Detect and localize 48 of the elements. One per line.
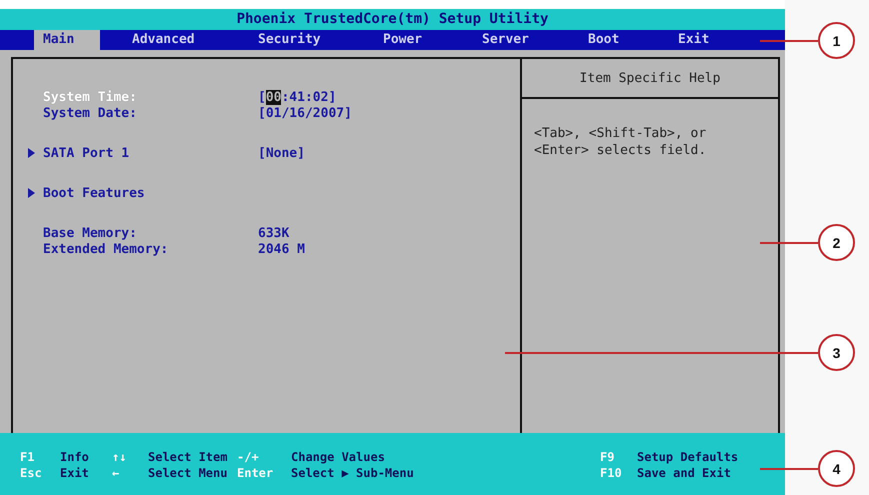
key-name: ← bbox=[112, 465, 120, 481]
key-action: Setup Defaults bbox=[637, 449, 740, 465]
setting-value: 633K bbox=[258, 226, 290, 240]
key-name: -/+ bbox=[237, 449, 260, 465]
menu-tab[interactable]: Security bbox=[249, 30, 330, 50]
setting-value: [01/16/2007] bbox=[258, 106, 352, 120]
leader-line bbox=[760, 468, 818, 470]
value-cursor[interactable]: 00 bbox=[266, 90, 282, 104]
setting-label[interactable]: System Date: bbox=[43, 106, 258, 120]
setting-label[interactable]: Extended Memory: bbox=[43, 242, 258, 256]
menu-tab[interactable]: Power bbox=[374, 30, 432, 50]
key-name: ↑↓ bbox=[112, 449, 128, 465]
key-action: Select ▶ Sub-Menu bbox=[291, 465, 415, 481]
help-text: <Tab>, <Shift-Tab>, or bbox=[534, 125, 708, 142]
callout-number: 2 bbox=[818, 224, 855, 261]
setting-value: [None] bbox=[258, 146, 305, 160]
help-title: Item Specific Help bbox=[580, 70, 720, 86]
callout-number: 4 bbox=[818, 450, 855, 487]
menu-tab[interactable]: Exit bbox=[669, 30, 718, 50]
key-action: Select Menu bbox=[148, 465, 228, 481]
help-text: <Enter> selects field. bbox=[534, 142, 708, 159]
leader-line bbox=[760, 40, 818, 42]
key-action: Info bbox=[60, 449, 90, 465]
key-name: F9 bbox=[600, 449, 616, 465]
setting-label[interactable]: Base Memory: bbox=[43, 226, 258, 240]
menu-tab[interactable]: Server bbox=[473, 30, 538, 50]
key-action: Change Values bbox=[291, 449, 386, 465]
menu-tab[interactable]: Main bbox=[34, 30, 100, 50]
key-name: Esc bbox=[20, 465, 43, 481]
setting-value: 2046 M bbox=[258, 242, 305, 256]
key-name: F10 bbox=[600, 465, 623, 481]
setting-value: [ bbox=[258, 90, 266, 104]
setting-value: :41:02] bbox=[281, 90, 336, 104]
callout-number: 3 bbox=[818, 334, 855, 371]
callout-number: 1 bbox=[818, 22, 855, 59]
menu-tab[interactable]: Boot bbox=[579, 30, 628, 50]
setting-label[interactable]: SATA Port 1 bbox=[43, 146, 258, 160]
setting-label[interactable]: Boot Features bbox=[43, 186, 258, 200]
key-action: Select Item bbox=[148, 449, 228, 465]
key-name: F1 bbox=[20, 449, 36, 465]
menu-tab[interactable]: Advanced bbox=[123, 30, 204, 50]
key-action: Exit bbox=[60, 465, 90, 481]
submenu-arrow-icon bbox=[28, 148, 35, 158]
key-action: Save and Exit bbox=[637, 465, 732, 481]
leader-line bbox=[760, 242, 818, 244]
window-title: Phoenix TrustedCore(tm) Setup Utility bbox=[236, 11, 548, 27]
submenu-arrow-icon bbox=[28, 188, 35, 198]
key-name: Enter bbox=[237, 465, 274, 481]
